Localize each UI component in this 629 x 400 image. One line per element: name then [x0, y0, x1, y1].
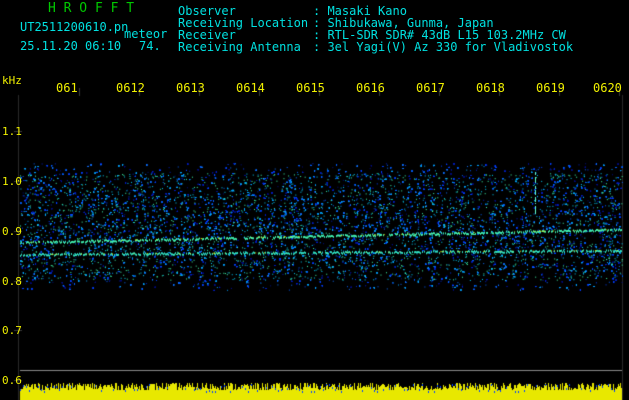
y-tick-0-7: 0.7 [2, 324, 22, 337]
y-tick-0-9: 0.9 [2, 225, 22, 238]
spectrogram-window: H R O F F T UT2511200610.pn meteor 25.11… [0, 0, 629, 400]
y-tick-1-0: 1.0 [2, 175, 22, 188]
unit-label: kHz [2, 74, 22, 87]
time-tick-2: 0612 [116, 81, 145, 95]
file-name: UT2511200610.pn [20, 20, 129, 34]
spectrogram-canvas [0, 0, 629, 400]
datetime: 25.11.20 06:10 [20, 39, 122, 53]
time-tick-10: 0620 [593, 81, 622, 95]
y-tick-1-1: 1.1 [2, 125, 22, 138]
antenna-value: : 3el Yagi(V) Az 330 for Vladivostok [313, 40, 574, 54]
time-tick-6: 0616 [356, 81, 385, 95]
count: 74. [139, 39, 161, 53]
time-tick-1: 061 [56, 81, 78, 95]
time-tick-5: 0615 [296, 81, 325, 95]
time-tick-7: 0617 [416, 81, 445, 95]
y-tick-0-6: 0.6 [2, 374, 22, 387]
time-tick-3: 0613 [176, 81, 205, 95]
y-tick-0-8: 0.8 [2, 275, 22, 288]
time-tick-8: 0618 [476, 81, 505, 95]
time-tick-9: 0619 [536, 81, 565, 95]
time-tick-4: 0614 [236, 81, 265, 95]
antenna-label: Receiving Antenna [178, 40, 301, 54]
app-title: H R O F F T [48, 1, 135, 16]
